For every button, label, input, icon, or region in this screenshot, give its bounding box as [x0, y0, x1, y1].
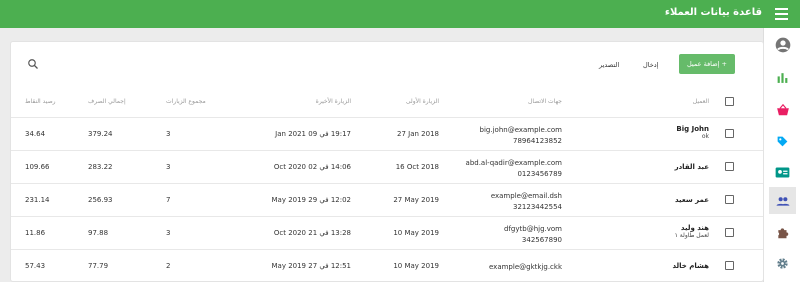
search-icon[interactable]: [27, 58, 39, 70]
first-visit: 10 May 2019: [393, 262, 439, 270]
row-checkbox[interactable]: [725, 129, 734, 138]
customer-name: عبد القادر: [674, 163, 709, 171]
total-spent: 283.22: [88, 163, 113, 171]
gear-icon: [777, 258, 788, 269]
header-total-visits[interactable]: مجموع الزيارات: [166, 98, 206, 105]
top-app-bar: قاعدة بيانات العملاء: [0, 0, 800, 28]
basket-icon: [776, 103, 789, 115]
header-points[interactable]: رصيد النقاط: [25, 98, 56, 105]
total-visits: 3: [166, 163, 171, 171]
import-link[interactable]: إدخال: [643, 61, 658, 69]
contact-info: example@gktkjg.ckk: [489, 262, 562, 273]
bar-chart-icon: [777, 73, 788, 83]
first-visit: 27 Jan 2018: [397, 130, 439, 138]
table-row[interactable]: عمر سعيد example@email.dsh 32123442554 27 M…: [11, 183, 763, 216]
first-visit: 27 May 2019: [393, 196, 439, 204]
customer-email: big.john@example.com: [479, 126, 562, 134]
points-balance: 34.64: [25, 130, 46, 138]
customer-note: ok: [701, 133, 709, 140]
contact-info: abd.al-qadir@example.com 0123456789: [466, 158, 562, 180]
contact-info: example@email.dsh 32123442554: [491, 191, 562, 213]
sidebar-item-customers[interactable]: [769, 187, 796, 214]
points-balance: 109.66: [25, 163, 50, 171]
last-visit: 12:51 في 27 May 2019: [271, 262, 352, 270]
row-checkbox[interactable]: [725, 228, 734, 237]
header-first-visit[interactable]: الزيارة الأولى: [406, 98, 439, 105]
total-spent: 256.93: [88, 196, 113, 204]
total-spent: 77.79: [88, 262, 109, 270]
customer-phone: 32123442554: [513, 203, 562, 211]
header-last-visit[interactable]: الزيارة الأخيرة: [316, 98, 351, 105]
puzzle-icon: [777, 227, 788, 238]
total-spent: 379.24: [88, 130, 113, 138]
points-balance: 11.86: [25, 229, 46, 237]
customer-email: abd.al-qadir@example.com: [465, 159, 562, 167]
tag-icon: [777, 136, 788, 147]
sidebar-item-settings[interactable]: [769, 250, 796, 277]
customers-card: + إضافة عميل إدخال التصدير العميل جهات ا…: [10, 41, 764, 282]
last-visit: 14:06 في 02 Oct 2020: [273, 163, 351, 171]
sidebar-item-reports[interactable]: [769, 64, 796, 91]
customer-email: example@email.dsh: [490, 192, 562, 200]
total-spent: 97.88: [88, 229, 109, 237]
row-checkbox[interactable]: [725, 261, 734, 270]
points-balance: 231.14: [25, 196, 50, 204]
sidebar-item-sales[interactable]: [769, 96, 796, 123]
total-visits: 3: [166, 229, 171, 237]
table-row[interactable]: هشام خالد example@gktkjg.ckk 10 May 2019 12…: [11, 249, 763, 282]
header-customer[interactable]: العميل: [693, 98, 709, 105]
sidebar-item-integrations[interactable]: [769, 219, 796, 246]
total-visits: 7: [166, 196, 171, 204]
first-visit: 16 Oct 2018: [395, 163, 439, 171]
sidebar: [763, 28, 800, 282]
sidebar-item-items[interactable]: [769, 128, 796, 155]
points-balance: 57.43: [25, 262, 46, 270]
sidebar-item-employees[interactable]: [769, 159, 796, 186]
table-row[interactable]: هند وليد لعمل طاولة ١ dfgytb@hjg.vom 342567…: [11, 216, 763, 249]
customer-phone: 342567890: [521, 236, 562, 244]
customer-name: عمر سعيد: [674, 196, 709, 204]
header-total-spent[interactable]: إجمالي الصرف: [88, 98, 126, 105]
sidebar-item-account[interactable]: [769, 31, 796, 58]
table-row[interactable]: Big John ok big.john@example.com 7896412385…: [11, 117, 763, 150]
last-visit: 13:28 في 21 Oct 2020: [273, 229, 351, 237]
last-visit: 12:02 في 29 May 2019: [271, 196, 352, 204]
customer-phone: 0123456789: [517, 170, 562, 178]
customer-name: Big John ok: [676, 125, 709, 140]
total-visits: 2: [166, 262, 171, 270]
customer-name: هشام خالد: [672, 262, 709, 270]
total-visits: 3: [166, 130, 171, 138]
contact-info: dfgytb@hjg.vom 342567890: [504, 224, 562, 246]
select-all-checkbox[interactable]: [725, 97, 734, 106]
add-customer-button[interactable]: + إضافة عميل: [679, 54, 735, 74]
people-icon: [776, 196, 789, 206]
customer-note: لعمل طاولة ١: [674, 232, 709, 239]
menu-icon[interactable]: [775, 8, 788, 20]
row-checkbox[interactable]: [725, 162, 734, 171]
app-title: قاعدة بيانات العملاء: [664, 7, 762, 18]
first-visit: 10 May 2019: [393, 229, 439, 237]
customer-email: dfgytb@hjg.vom: [504, 225, 562, 233]
last-visit: 19:17 في 09 Jan 2021: [275, 130, 351, 138]
account-circle-icon: [775, 37, 790, 52]
table-row[interactable]: عبد القادر abd.al-qadir@example.com 012345…: [11, 150, 763, 183]
customer-phone: 78964123852: [513, 137, 562, 145]
contact-info: big.john@example.com 78964123852: [480, 125, 562, 147]
customer-name: هند وليد لعمل طاولة ١: [674, 224, 709, 239]
id-card-icon: [775, 167, 790, 178]
header-contact[interactable]: جهات الاتصال: [528, 98, 562, 105]
customer-email: example@gktkjg.ckk: [489, 263, 562, 271]
row-checkbox[interactable]: [725, 195, 734, 204]
export-link[interactable]: التصدير: [599, 61, 619, 69]
